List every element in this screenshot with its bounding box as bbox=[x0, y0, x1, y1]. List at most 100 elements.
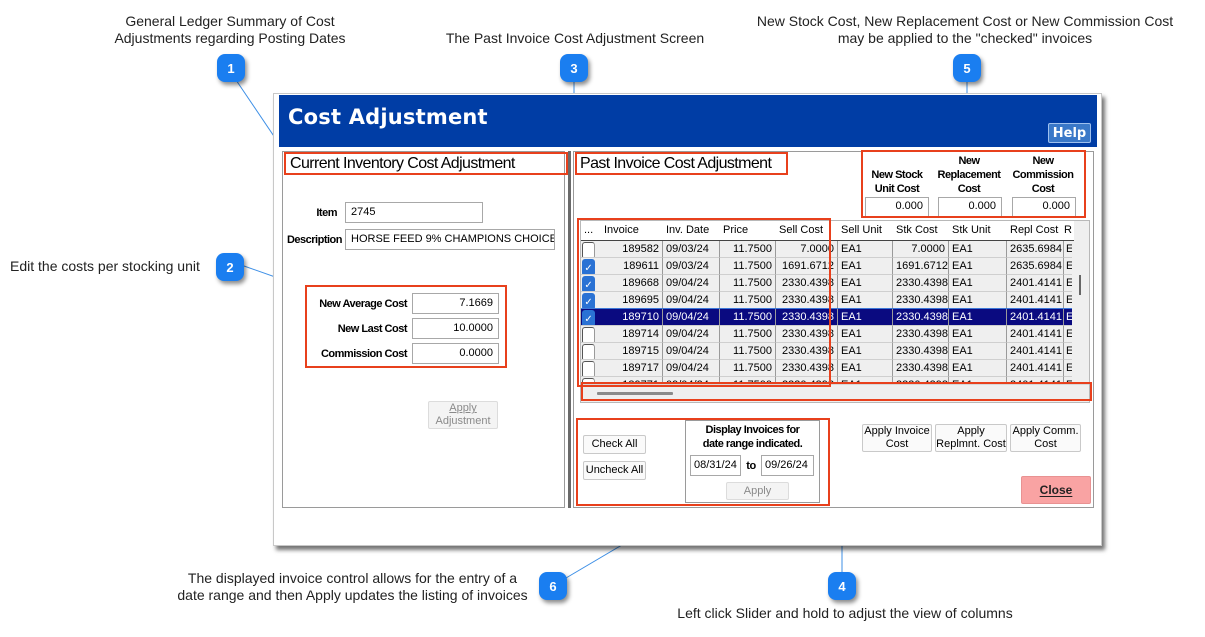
item-label: Item bbox=[316, 207, 337, 219]
new-last-cost-label: New Last Cost bbox=[337, 323, 408, 335]
date-from-field[interactable]: 08/31/24 bbox=[690, 455, 741, 476]
row-checkbox-cell[interactable]: ✓ bbox=[581, 258, 601, 275]
price-cell: 11.7500 bbox=[720, 326, 776, 343]
column-header-stk-cost[interactable]: Stk Cost bbox=[893, 221, 949, 240]
new-replacement-cost-label: New Replacement Cost bbox=[936, 154, 1002, 196]
panel-splitter[interactable] bbox=[568, 151, 571, 508]
new-last-cost-field[interactable]: 10.0000 bbox=[412, 318, 499, 339]
date-range-caption: Display Invoices for date range indicate… bbox=[685, 423, 820, 451]
column-header-inv-date[interactable]: Inv. Date bbox=[663, 221, 720, 240]
uncheck-all-button[interactable]: Uncheck All bbox=[583, 461, 646, 480]
new-commission-cost-label: New Commission Cost bbox=[1010, 154, 1076, 196]
stk-cost-cell: 2330.4398 bbox=[893, 309, 949, 326]
table-row[interactable]: 189715 09/04/24 11.7500 2330.4398 EA1 2330.43… bbox=[581, 343, 1074, 360]
table-row[interactable]: 189714 09/04/24 11.7500 2330.4398 EA1 2330.43… bbox=[581, 326, 1074, 343]
column-header-r[interactable]: R bbox=[1064, 221, 1074, 240]
stk-unit-cell: EA1 bbox=[949, 241, 1007, 258]
column-header-stk-unit[interactable]: Stk Unit bbox=[949, 221, 1007, 240]
inv-date-cell: 09/04/24 bbox=[663, 343, 720, 360]
table-row[interactable]: 189582 09/03/24 11.7500 7.0000 EA1 7.0000 EA1 2… bbox=[581, 241, 1074, 258]
apply-comm-cost-button[interactable]: Apply Comm. Cost bbox=[1010, 424, 1081, 452]
table-row[interactable]: ✓ 189695 09/04/24 11.7500 2330.4398 EA1 2330.4… bbox=[581, 292, 1074, 309]
column-header-sell-cost[interactable]: Sell Cost bbox=[776, 221, 838, 240]
repl-cost-cell: 2635.6984 bbox=[1007, 241, 1064, 258]
row-checkbox[interactable] bbox=[582, 242, 595, 257]
commission-cost-field[interactable]: 0.0000 bbox=[412, 343, 499, 364]
price-cell: 11.7500 bbox=[720, 360, 776, 377]
row-checkbox-cell[interactable]: ✓ bbox=[581, 309, 601, 326]
new-stock-unit-cost-field[interactable]: 0.000 bbox=[865, 197, 929, 217]
table-row[interactable]: 189717 09/04/24 11.7500 2330.4398 EA1 2330.43… bbox=[581, 360, 1074, 377]
checkmark-icon: ✓ bbox=[584, 314, 593, 325]
repl-cost-cell: 2401.4141 bbox=[1007, 326, 1064, 343]
sell-unit-cell: EA1 bbox=[838, 360, 893, 377]
row-checkbox[interactable] bbox=[582, 344, 595, 359]
invoice-cell: 189710 bbox=[601, 309, 663, 326]
new-stock-unit-cost-label-line-1 bbox=[865, 154, 929, 168]
sell-cost-cell: 1691.6712 bbox=[776, 258, 838, 275]
row-checkbox-cell[interactable] bbox=[581, 241, 601, 258]
new-replacement-cost-label-line-1: New bbox=[958, 155, 980, 167]
row-checkbox-cell[interactable] bbox=[581, 326, 601, 343]
table-row[interactable]: ✓ 189611 09/03/24 11.7500 1691.6712 EA1 1691.6… bbox=[581, 258, 1074, 275]
row-checkbox-cell[interactable] bbox=[581, 360, 601, 377]
description-label: Description bbox=[286, 234, 343, 246]
stk-unit-cell: EA1 bbox=[949, 275, 1007, 292]
date-range-caption-line-2: date range indicated. bbox=[702, 438, 803, 450]
column-header-select[interactable]: ... bbox=[581, 221, 601, 240]
apply-adjustment-button[interactable]: Apply Adjustment bbox=[428, 401, 498, 429]
row-checkbox[interactable] bbox=[582, 327, 595, 342]
date-range-caption-line-1: Display Invoices for bbox=[705, 424, 800, 436]
invoice-grid: ... Invoice Inv. Date Price Sell Cost Se… bbox=[580, 220, 1090, 403]
row-checkbox[interactable]: ✓ bbox=[582, 310, 595, 325]
stk-unit-cell: EA1 bbox=[949, 309, 1007, 326]
table-row[interactable]: ✓ 189668 09/04/24 11.7500 2330.4398 EA1 2330.4… bbox=[581, 275, 1074, 292]
new-average-cost-field[interactable]: 7.1669 bbox=[412, 293, 499, 314]
row-checkbox-cell[interactable]: ✓ bbox=[581, 292, 601, 309]
row-checkbox-cell[interactable]: ✓ bbox=[581, 275, 601, 292]
row-checkbox[interactable] bbox=[582, 361, 595, 376]
new-stock-unit-cost-label: New Stock Unit Cost bbox=[865, 154, 929, 196]
current-inventory-title: Current Inventory Cost Adjustment bbox=[290, 155, 515, 172]
vertical-scroll-thumb[interactable] bbox=[1079, 275, 1081, 295]
vertical-scrollbar[interactable] bbox=[1072, 241, 1089, 384]
invoice-cell: 189695 bbox=[601, 292, 663, 309]
row-checkbox[interactable]: ✓ bbox=[582, 293, 595, 308]
apply-invoice-cost-button[interactable]: Apply Invoice Cost bbox=[862, 424, 932, 452]
new-commission-cost-label-line-1: New bbox=[1032, 155, 1054, 167]
checkmark-icon: ✓ bbox=[584, 263, 593, 274]
invoice-cell: 189582 bbox=[601, 241, 663, 258]
price-cell: 11.7500 bbox=[720, 292, 776, 309]
check-all-button[interactable]: Check All bbox=[583, 435, 646, 454]
row-checkbox-cell[interactable] bbox=[581, 343, 601, 360]
row-checkbox[interactable]: ✓ bbox=[582, 276, 595, 291]
horizontal-scroll-slider[interactable] bbox=[597, 392, 673, 395]
stk-cost-cell: 1691.6712 bbox=[893, 258, 949, 275]
inv-date-cell: 09/04/24 bbox=[663, 360, 720, 377]
horizontal-scrollbar[interactable] bbox=[581, 384, 1089, 402]
table-row[interactable]: ✓ 189710 09/04/24 11.7500 2330.4398 EA1 2330.4… bbox=[581, 308, 1075, 327]
invoice-cell: 189717 bbox=[601, 360, 663, 377]
close-button[interactable]: Close bbox=[1021, 476, 1091, 504]
column-header-invoice[interactable]: Invoice bbox=[601, 221, 663, 240]
date-range-apply-button[interactable]: Apply bbox=[726, 482, 789, 500]
date-to-field[interactable]: 09/26/24 bbox=[761, 455, 814, 476]
callout-4-line-1: Left click Slider and hold to adjust the… bbox=[677, 605, 1013, 621]
callout-2-line-1: Edit the costs per stocking unit bbox=[10, 258, 200, 274]
stk-cost-cell: 2330.4398 bbox=[893, 326, 949, 343]
help-button[interactable]: Help bbox=[1048, 123, 1091, 143]
new-replacement-cost-field[interactable]: 0.000 bbox=[938, 197, 1002, 217]
item-field[interactable]: 2745 bbox=[345, 202, 483, 223]
repl-cost-cell: 2401.4141 bbox=[1007, 275, 1064, 292]
description-field[interactable]: HORSE FEED 9% CHAMPIONS CHOICE bbox=[345, 229, 555, 250]
column-header-repl-cost[interactable]: Repl Cost bbox=[1007, 221, 1064, 240]
apply-replmnt-cost-button[interactable]: Apply Replmnt. Cost bbox=[935, 424, 1007, 452]
row-checkbox[interactable]: ✓ bbox=[582, 259, 595, 274]
sell-unit-cell: EA1 bbox=[838, 343, 893, 360]
stk-cost-cell: 7.0000 bbox=[893, 241, 949, 258]
new-commission-cost-field[interactable]: 0.000 bbox=[1012, 197, 1076, 217]
invoice-cell: 189668 bbox=[601, 275, 663, 292]
stk-unit-cell: EA1 bbox=[949, 343, 1007, 360]
column-header-price[interactable]: Price bbox=[720, 221, 776, 240]
column-header-sell-unit[interactable]: Sell Unit bbox=[838, 221, 893, 240]
